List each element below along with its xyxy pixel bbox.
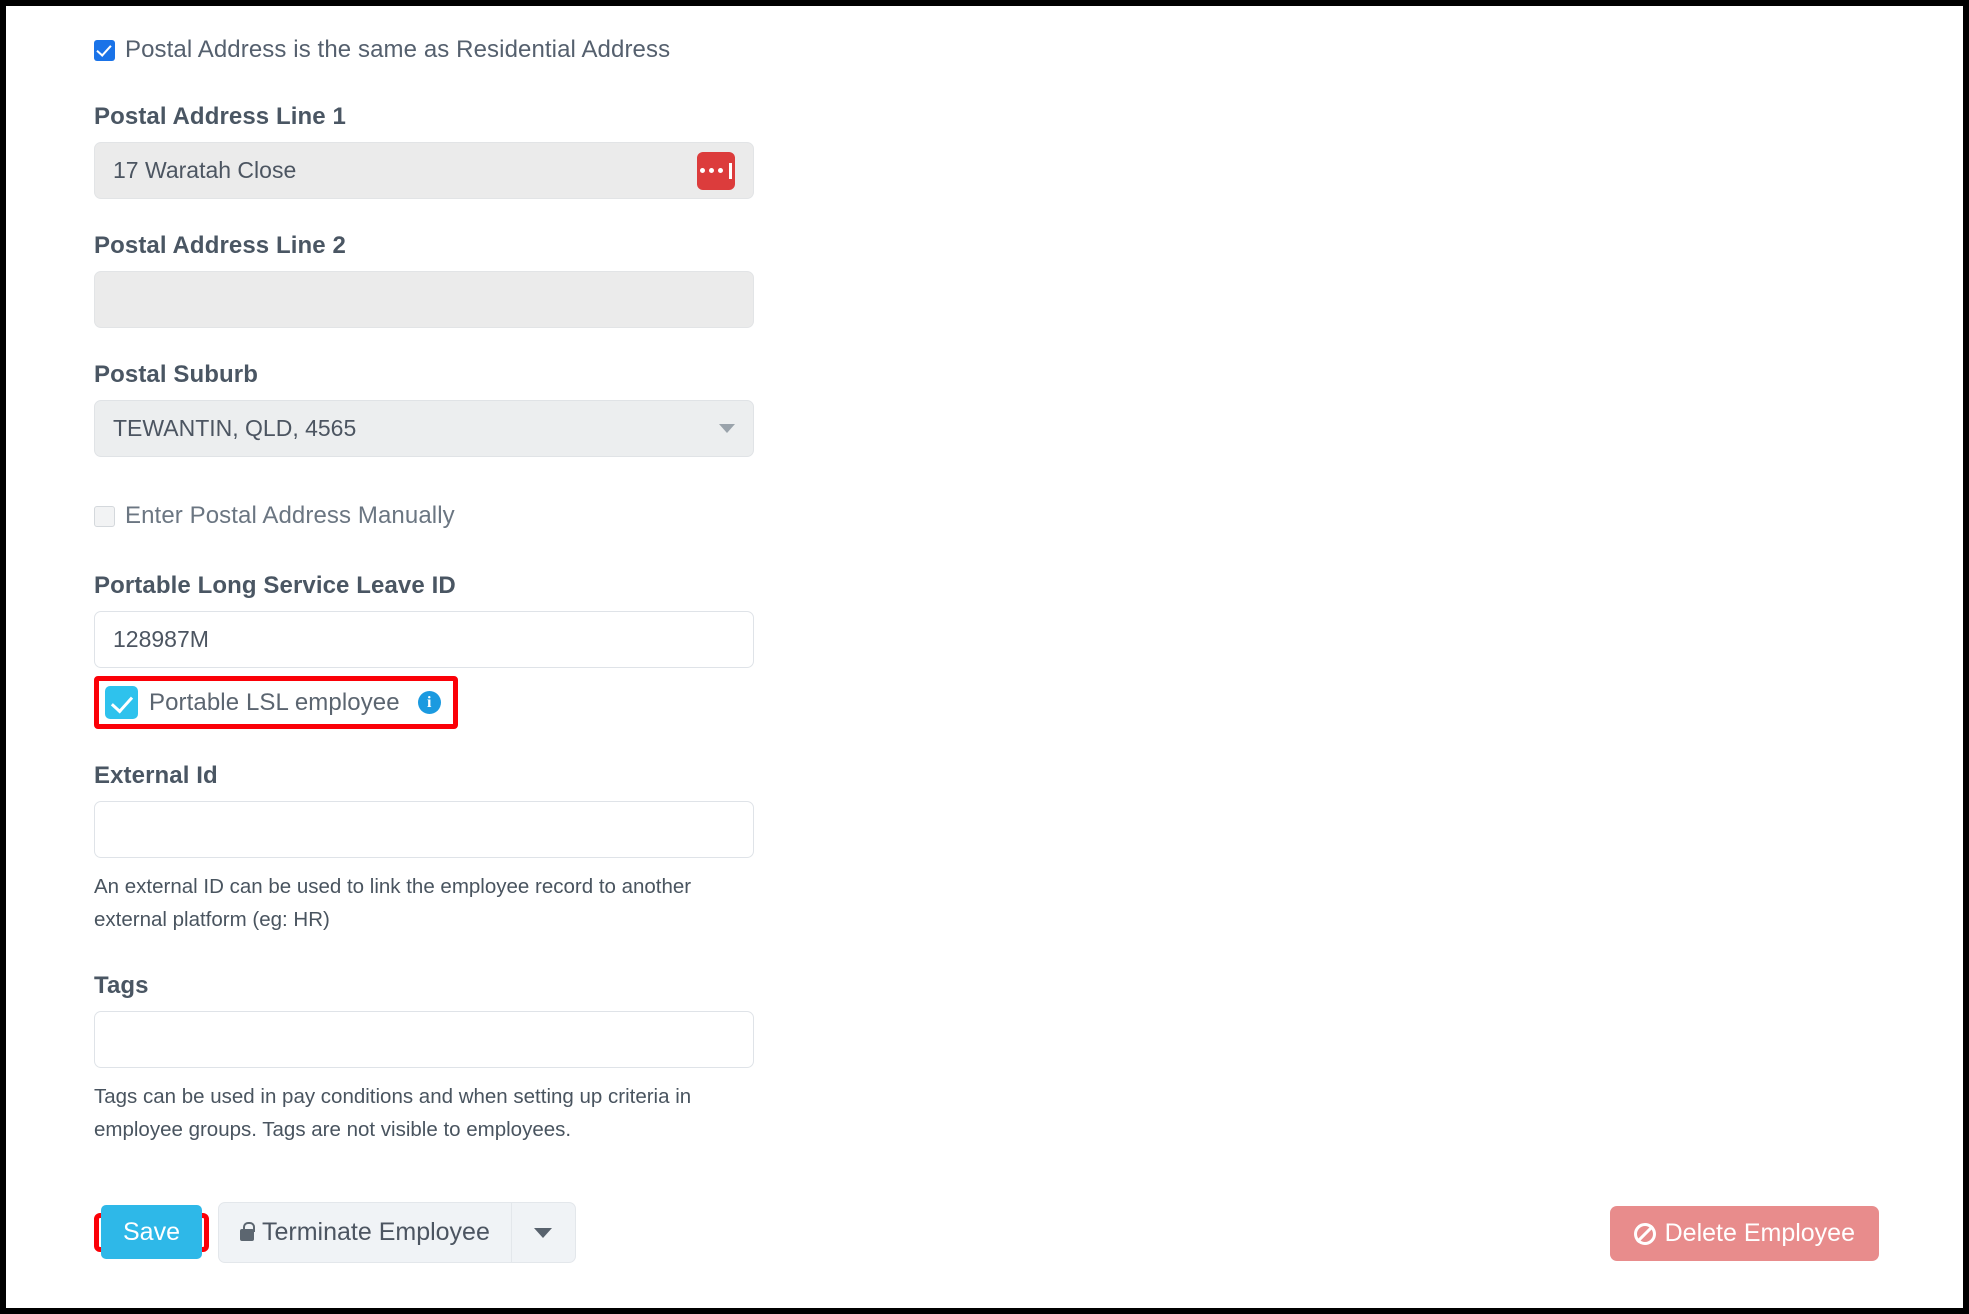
save-highlight-box: Save [94,1205,209,1259]
form-column: Postal Address is the same as Residentia… [94,6,774,1146]
same-address-label: Postal Address is the same as Residentia… [125,36,671,63]
manual-address-label: Enter Postal Address Manually [125,502,455,529]
ellipsis-cursor-icon[interactable] [697,151,735,190]
postal-address-line-1-value: 17 Waratah Close [113,157,297,183]
terminate-employee-split-button: Terminate Employee [217,1202,576,1263]
external-id-label: External Id [94,762,218,789]
postal-address-line-2-field: Postal Address Line 2 [94,232,774,328]
postal-suburb-field: Postal Suburb TEWANTIN, QLD, 4565 [94,361,774,457]
manual-address-checkbox[interactable] [94,505,115,527]
terminate-dropdown-toggle[interactable] [512,1203,575,1262]
postal-address-line-1-input[interactable]: 17 Waratah Close [94,142,754,199]
save-button[interactable]: Save [101,1205,202,1259]
portable-lsl-employee-row: Portable LSL employee i [94,676,774,729]
external-id-help-text: An external ID can be used to link the e… [94,875,692,931]
postal-address-line-2-label: Postal Address Line 2 [94,232,346,259]
tags-input[interactable] [94,1011,754,1068]
tags-field: Tags Tags can be used in pay conditions … [94,972,774,1146]
postal-suburb-label: Postal Suburb [94,361,258,388]
footer-button-row: Save Terminate Employee [94,1202,576,1263]
portable-lsl-highlight-box: Portable LSL employee i [94,676,458,729]
portable-lsl-id-value: 128987M [113,626,209,652]
same-address-checkbox[interactable] [94,39,115,61]
external-id-input[interactable] [94,801,754,858]
same-address-checkbox-row[interactable]: Postal Address is the same as Residentia… [94,36,774,64]
postal-address-line-2-input[interactable] [94,271,754,328]
terminate-employee-label: Terminate Employee [261,1218,490,1246]
postal-suburb-select[interactable]: TEWANTIN, QLD, 4565 [94,400,754,457]
tags-help-text: Tags can be used in pay conditions and w… [94,1085,692,1141]
chevron-down-icon[interactable] [719,424,735,433]
portable-lsl-employee-label: Portable LSL employee [149,688,400,716]
delete-employee-button[interactable]: Delete Employee [1609,1206,1879,1261]
employee-details-form-screen: Postal Address is the same as Residentia… [0,0,1969,1314]
external-id-field: External Id An external ID can be used t… [94,762,774,936]
postal-address-line-1-label: Postal Address Line 1 [94,103,346,130]
tags-label: Tags [94,972,149,999]
ban-icon [1633,1222,1656,1245]
terminate-employee-button[interactable]: Terminate Employee [219,1203,512,1262]
portable-lsl-id-field: Portable Long Service Leave ID 128987M [94,572,774,668]
delete-employee-label: Delete Employee [1664,1219,1855,1247]
info-icon[interactable]: i [417,691,441,714]
chevron-down-icon [534,1227,553,1238]
portable-lsl-employee-checkbox[interactable] [105,686,138,719]
postal-address-line-1-field: Postal Address Line 1 17 Waratah Close [94,103,774,199]
lock-icon [239,1222,255,1241]
postal-suburb-value: TEWANTIN, QLD, 4565 [113,415,357,441]
manual-address-checkbox-row[interactable]: Enter Postal Address Manually [94,502,774,530]
portable-lsl-id-input[interactable]: 128987M [94,611,754,668]
portable-lsl-id-label: Portable Long Service Leave ID [94,572,456,599]
